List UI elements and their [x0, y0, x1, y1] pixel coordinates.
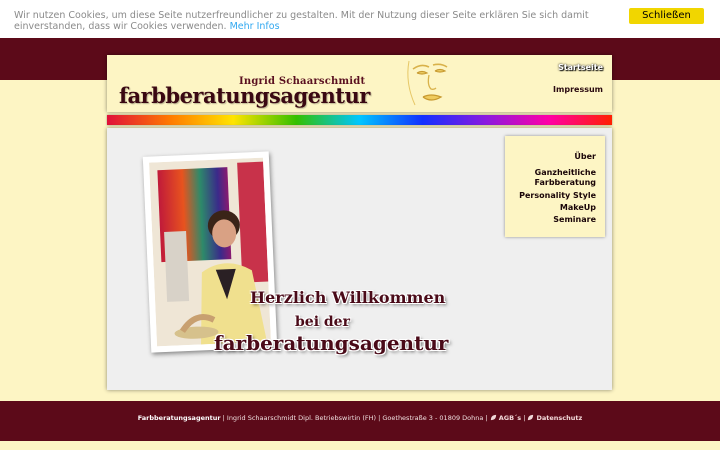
menu-item-color-consulting[interactable]: Ganzheitliche Farbberatung	[516, 168, 596, 188]
footer-company: Farbberatungsagentur	[137, 414, 221, 422]
rainbow-divider	[107, 115, 612, 125]
menu-item-seminare[interactable]: Seminare	[553, 215, 596, 225]
cookie-notice-text: Wir nutzen Cookies, um diese Seite nutze…	[14, 10, 624, 32]
footer-privacy-link[interactable]: Datenschutz	[536, 414, 582, 422]
main-content: Über Ganzheitliche Farbberatung Personal…	[107, 128, 612, 390]
cookie-close-button[interactable]: Schließen	[629, 8, 704, 24]
nav-home-link[interactable]: Startseite	[558, 63, 603, 72]
leaf-icon	[528, 414, 534, 421]
leaf-icon	[490, 414, 496, 421]
nav-impressum-link[interactable]: Impressum	[553, 85, 603, 94]
cookie-notice-message: Wir nutzen Cookies, um diese Seite nutze…	[14, 10, 589, 32]
site-logo[interactable]: farbberatungsagentur	[119, 83, 370, 108]
cookie-banner: Wir nutzen Cookies, um diese Seite nutze…	[0, 0, 720, 39]
footer-text: Farbberatungsagentur | Ingrid Schaarschm…	[0, 414, 720, 422]
face-sketch-icon	[407, 60, 448, 106]
cookie-more-info-link[interactable]: Mehr Infos	[230, 21, 280, 32]
footer: Farbberatungsagentur | Ingrid Schaarschm…	[0, 401, 720, 441]
welcome-heading-line2: bei der	[295, 314, 350, 330]
portrait-photo-frame	[142, 151, 278, 353]
menu-item-about[interactable]: Über	[574, 152, 596, 162]
footer-address: | Ingrid Schaarschmidt Dipl. Betriebswir…	[220, 414, 490, 422]
side-menu: Über Ganzheitliche Farbberatung Personal…	[505, 136, 605, 237]
menu-item-makeup[interactable]: MakeUp	[560, 203, 596, 213]
menu-item-personality-style[interactable]: Personality Style	[519, 191, 596, 201]
portrait-photo	[149, 157, 271, 347]
footer-agb-link[interactable]: AGB´s	[499, 414, 521, 422]
header: Ingrid Schaarschmidt farbberatungsagentu…	[107, 55, 612, 112]
welcome-heading-line3: farberatungsagentur	[214, 331, 449, 355]
welcome-heading-line1: Herzlich Willkommen	[250, 288, 446, 307]
